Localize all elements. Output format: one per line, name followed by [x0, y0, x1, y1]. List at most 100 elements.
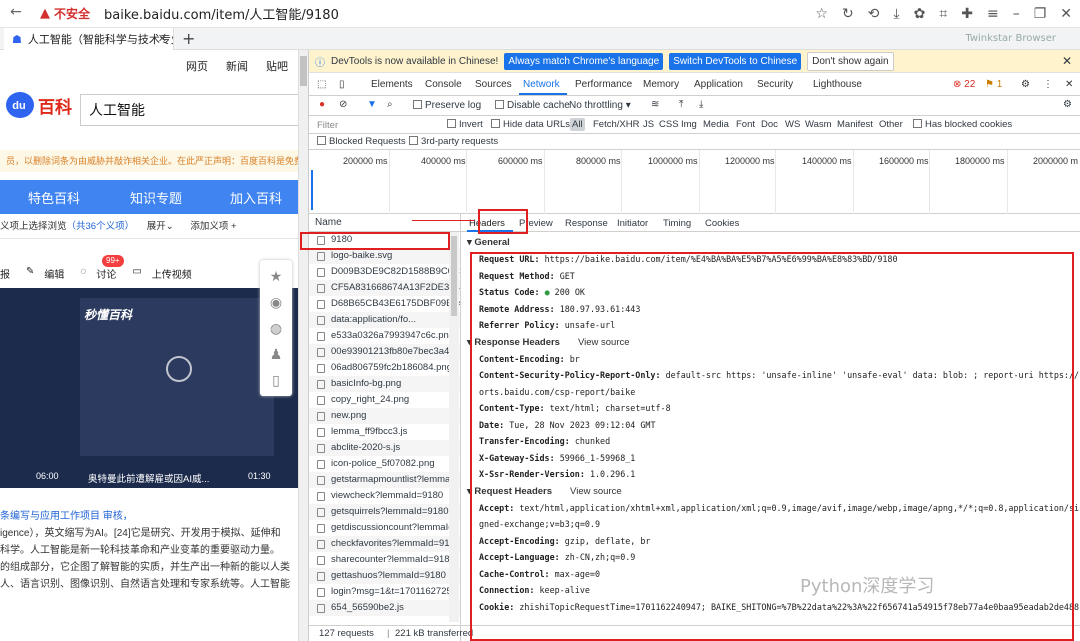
invert-checkbox[interactable]: Invert: [447, 119, 483, 130]
section-header[interactable]: ▾ General: [467, 234, 1080, 251]
settings-icon[interactable]: ⚙: [1021, 79, 1030, 90]
request-row[interactable]: 00e93901213fb80e7bec3a46c: [309, 344, 460, 360]
disable-cache-checkbox[interactable]: Disable cache: [495, 100, 570, 111]
request-row[interactable]: lemma_ff9fbcc3.js: [309, 424, 460, 440]
star-icon[interactable]: ☆: [815, 6, 828, 22]
request-scroll-thumb[interactable]: [451, 236, 457, 316]
request-row[interactable]: getstarmapmountlist?lemmal: [309, 472, 460, 488]
history-icon[interactable]: ⟲: [868, 6, 880, 22]
type-ws[interactable]: WS: [785, 119, 800, 130]
type-wasm[interactable]: Wasm: [805, 119, 832, 130]
nav-featured[interactable]: 特色百科: [28, 188, 80, 207]
type-all[interactable]: All: [570, 118, 585, 131]
filter-input[interactable]: Filter: [317, 120, 338, 131]
request-row[interactable]: viewcheck?lemmaId=9180: [309, 488, 460, 504]
nav-web[interactable]: 网页: [186, 58, 208, 74]
request-row[interactable]: getsquirrels?lemmaId=9180: [309, 504, 460, 520]
tab-network[interactable]: Network: [523, 79, 560, 90]
nav-join[interactable]: 加入百科: [230, 188, 282, 207]
new-tab-button[interactable]: +: [182, 29, 195, 48]
request-row[interactable]: login?msg=1&t=1701162725: [309, 584, 460, 600]
tab-response[interactable]: Response: [565, 218, 608, 229]
tab-sources[interactable]: Sources: [475, 79, 512, 90]
search-input[interactable]: 人工智能: [80, 94, 302, 126]
more-icon[interactable]: ⋮: [1043, 79, 1053, 90]
nav-topics[interactable]: 知识专题: [130, 188, 182, 207]
type-font[interactable]: Font: [736, 119, 755, 130]
device-icon[interactable]: ▯: [339, 79, 345, 90]
baike-logo[interactable]: du 百科: [0, 92, 72, 118]
dont-show-button[interactable]: Don't show again: [807, 51, 894, 71]
blocked-requests-checkbox[interactable]: Blocked Requests: [317, 136, 406, 147]
tab-current[interactable]: ☗ 人工智能（智能科学与技术专业术语） ✕: [4, 28, 174, 50]
page-scroll-thumb[interactable]: [300, 56, 307, 86]
error-count[interactable]: ⊗ 22: [953, 79, 975, 90]
search-icon[interactable]: ⌕: [387, 99, 393, 110]
video-player[interactable]: 秒懂百科 06:00: [0, 288, 298, 466]
tab-security[interactable]: Security: [757, 79, 793, 90]
request-row[interactable]: CF5A831668674A13F2DE3245: [309, 280, 460, 296]
type-doc[interactable]: Doc: [761, 119, 778, 130]
nav-news[interactable]: 新闻: [226, 58, 248, 74]
request-row[interactable]: e533a0326a7993947c6c.png: [309, 328, 460, 344]
restore-icon[interactable]: ❐: [1034, 6, 1047, 22]
request-row[interactable]: logo-baike.svg: [309, 248, 460, 264]
tab-console[interactable]: Console: [425, 79, 462, 90]
request-row[interactable]: 654_56590be2.js: [309, 600, 460, 616]
phone-icon[interactable]: ▯: [268, 372, 284, 388]
close-window-icon[interactable]: ✕: [1060, 6, 1072, 22]
page-scrollbar[interactable]: [298, 50, 308, 641]
sense-count[interactable]: （共36个义项）: [67, 221, 135, 232]
clear-icon[interactable]: ⊘: [339, 99, 347, 110]
reload-icon[interactable]: ↻: [842, 6, 854, 22]
third-party-checkbox[interactable]: 3rd-party requests: [409, 136, 498, 147]
type-img[interactable]: Img: [681, 119, 697, 130]
tab-lighthouse[interactable]: Lighthouse: [813, 79, 862, 90]
type-css[interactable]: CSS: [659, 119, 679, 130]
request-scrollbar[interactable]: [449, 232, 459, 622]
url-text[interactable]: baike.baidu.com/item/人工智能/9180: [104, 4, 339, 23]
request-row[interactable]: sharecounter?lemmaId=9180: [309, 552, 460, 568]
network-settings-icon[interactable]: ⚙: [1063, 99, 1072, 110]
tab-elements[interactable]: Elements: [371, 79, 413, 90]
request-row[interactable]: gettashuos?lemmaId=9180: [309, 568, 460, 584]
type-manifest[interactable]: Manifest: [837, 119, 873, 130]
tab-cookies[interactable]: Cookies: [705, 218, 739, 229]
play-icon[interactable]: [166, 356, 192, 382]
download-icon[interactable]: ⤓: [893, 6, 899, 22]
blocked-cookies-checkbox[interactable]: Has blocked cookies: [913, 119, 1012, 130]
download-arrow-icon[interactable]: ⤓: [699, 99, 703, 110]
tab-application[interactable]: Application: [694, 79, 743, 90]
menu-icon[interactable]: ≡: [987, 6, 999, 22]
request-row[interactable]: abclite-2020-s.js: [309, 440, 460, 456]
request-row[interactable]: 06ad806759fc2b186084.png: [309, 360, 460, 376]
throttle-select[interactable]: No throttling ▾: [569, 100, 631, 111]
type-media[interactable]: Media: [703, 119, 729, 130]
inspect-icon[interactable]: ⬚: [317, 79, 326, 90]
extension-icon[interactable]: ✿: [914, 6, 926, 22]
action-upload[interactable]: 上传视频: [152, 266, 192, 281]
hide-data-urls-checkbox[interactable]: Hide data URLs: [491, 119, 570, 130]
video-caption[interactable]: 奥特曼此前遭解雇或因AI威...: [88, 471, 209, 485]
request-row[interactable]: new.png: [309, 408, 460, 424]
request-row[interactable]: icon-police_5f07082.png: [309, 456, 460, 472]
upload-arrow-icon[interactable]: ⤒: [679, 99, 683, 110]
request-row[interactable]: copy_right_24.png: [309, 392, 460, 408]
wifi-icon[interactable]: ≋: [651, 99, 659, 110]
request-row[interactable]: basicInfo-bg.png: [309, 376, 460, 392]
request-row[interactable]: data:application/fo...: [309, 312, 460, 328]
warning-count[interactable]: ⚑ 1: [985, 79, 1002, 90]
tab-close-icon[interactable]: ✕: [158, 32, 167, 45]
request-row[interactable]: checkfavorites?lemmaId=918: [309, 536, 460, 552]
request-row[interactable]: getdiscussioncount?lemmaId: [309, 520, 460, 536]
record-icon[interactable]: ●: [319, 99, 325, 110]
expand-link[interactable]: 展开: [147, 221, 166, 232]
add-sense-link[interactable]: 添加义项: [190, 221, 228, 232]
match-language-button[interactable]: Always match Chrome's language: [504, 52, 664, 70]
type-js[interactable]: JS: [643, 119, 654, 130]
minimize-icon[interactable]: –: [1013, 6, 1020, 22]
infobar-close-icon[interactable]: ✕: [1062, 54, 1072, 68]
qq-icon[interactable]: ♟: [268, 346, 284, 362]
wechat-icon[interactable]: ◍: [268, 320, 284, 336]
puzzle-icon[interactable]: ✚: [961, 6, 973, 22]
